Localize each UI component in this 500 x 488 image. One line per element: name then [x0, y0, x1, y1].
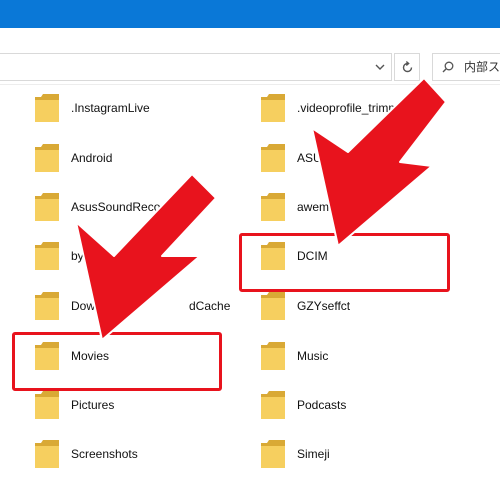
arrow-annotation-right: [311, 77, 447, 247]
